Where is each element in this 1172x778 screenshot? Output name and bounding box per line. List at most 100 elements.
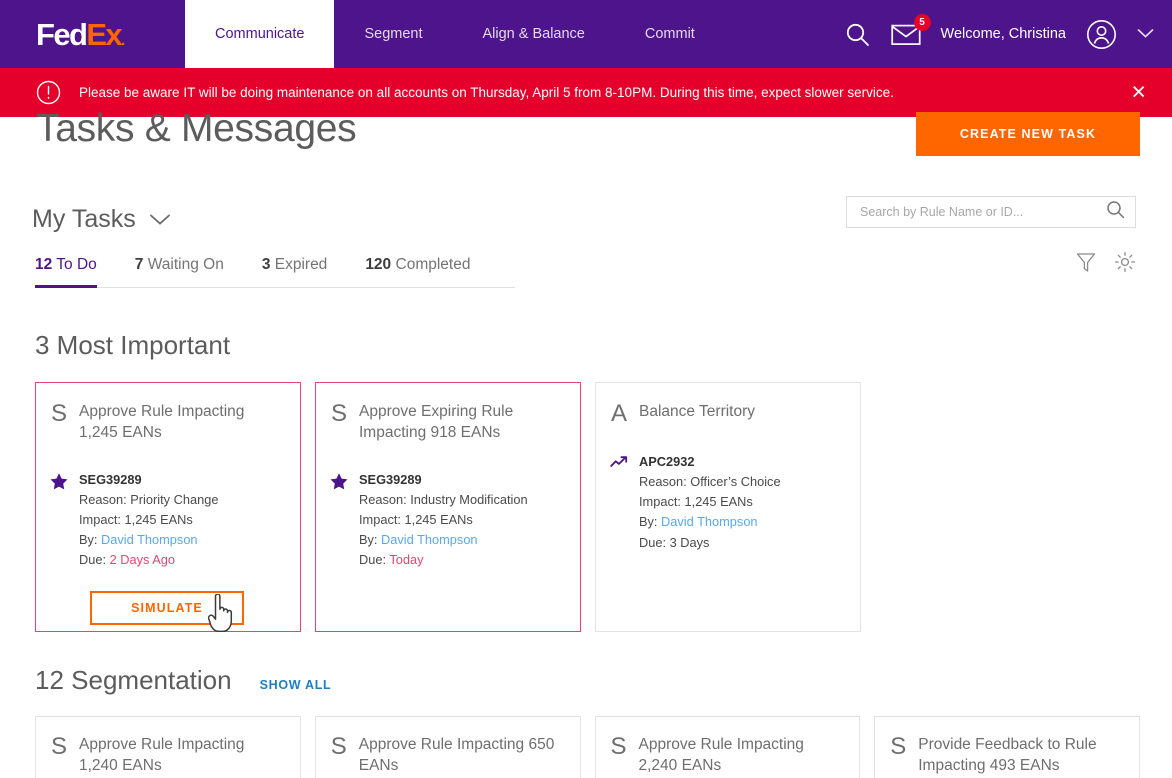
- alert-message-text: Please be aware IT will be doing mainten…: [79, 85, 894, 100]
- user-avatar-icon[interactable]: [1086, 19, 1117, 50]
- due-label: Due:: [79, 552, 110, 568]
- due-value: 2 Days Ago: [109, 552, 176, 568]
- create-new-task-button[interactable]: CREATE NEW TASK: [916, 112, 1140, 156]
- task-card-meta: SEG39289 Reason: Industry Modification I…: [359, 470, 528, 570]
- page-title: Tasks & Messages: [36, 107, 357, 150]
- reason-label: Reason:: [79, 491, 131, 507]
- task-card-header: S Provide Feedback to Rule Impacting 493…: [889, 734, 1125, 777]
- task-type-letter: S: [890, 733, 907, 760]
- nav-item-communicate[interactable]: Communicate: [185, 0, 335, 68]
- search-icon[interactable]: [1106, 200, 1125, 224]
- task-type-letter: S: [330, 733, 347, 760]
- tab-waiting-on-count: 7: [134, 256, 144, 273]
- task-card-title: Approve Rule Impacting 650 EANs: [358, 736, 555, 775]
- task-card-body: SEG39289 Reason: Priority Change Impact:…: [50, 470, 284, 570]
- nav-item-commit[interactable]: Commit: [615, 0, 725, 68]
- most-important-title: 3 Most Important: [35, 330, 231, 360]
- reason-label: Reason:: [639, 474, 691, 490]
- impact-value: 1,245 EANs: [684, 494, 753, 510]
- due-value: Today: [389, 552, 424, 568]
- messages-badge-count: 5: [913, 13, 931, 31]
- by-label: By:: [639, 514, 662, 530]
- task-card[interactable]: A Balance Territory APC2932 Reason: Offi…: [595, 382, 861, 632]
- trending-up-icon: [610, 452, 628, 552]
- show-all-link[interactable]: SHOW ALL: [260, 678, 332, 692]
- my-tasks-dropdown[interactable]: My Tasks: [32, 205, 171, 234]
- task-card-title: Approve Expiring Rule Impacting 918 EANs: [359, 403, 514, 442]
- task-id: SEG39289: [79, 471, 142, 487]
- nav-right-controls: 5 Welcome, Christina: [844, 0, 1172, 68]
- task-card[interactable]: S Approve Rule Impacting 1,245 EANs SEG3…: [35, 382, 301, 633]
- reason-value: Officer’s Choice: [690, 474, 781, 490]
- task-card-header: S Approve Rule Impacting 1,245 EANs: [50, 401, 284, 444]
- task-card-title: Approve Rule Impacting 1,245 EANs: [79, 403, 245, 442]
- segmentation-section-header: 12 Segmentation SHOW ALL: [35, 665, 1140, 696]
- task-card[interactable]: S Approve Expiring Rule Impacting 918 EA…: [315, 382, 581, 632]
- impact-label: Impact:: [359, 511, 405, 527]
- assignee-link[interactable]: David Thompson: [381, 532, 478, 547]
- nav-item-align-balance[interactable]: Align & Balance: [453, 0, 615, 68]
- task-id: APC2932: [639, 454, 695, 470]
- task-card-header: S Approve Expiring Rule Impacting 918 EA…: [330, 401, 564, 444]
- due-label: Due:: [359, 552, 390, 568]
- tab-expired-label: Expired: [274, 256, 328, 273]
- top-navigation-bar: FedEx. Communicate Segment Align & Balan…: [0, 0, 1172, 68]
- tab-to-do-count: 12: [35, 256, 53, 273]
- assignee-link[interactable]: David Thompson: [101, 532, 198, 547]
- reason-label: Reason:: [359, 491, 411, 507]
- task-card-header: S Approve Rule Impacting 1,240 EANs: [50, 734, 286, 777]
- logo-dot: .: [121, 31, 126, 49]
- tab-expired[interactable]: 3 Expired: [262, 256, 328, 288]
- search-input[interactable]: [860, 205, 1106, 219]
- task-card-body: APC2932 Reason: Officer’s Choice Impact:…: [610, 452, 844, 552]
- task-type-letter: S: [330, 400, 347, 427]
- close-icon[interactable]: ×: [1123, 80, 1154, 105]
- task-card[interactable]: S Approve Rule Impacting 650 EANs: [314, 716, 581, 778]
- tabs-action-icons: [1076, 251, 1136, 278]
- task-card-title: Balance Territory: [639, 403, 756, 420]
- logo-ex-text: Ex: [86, 16, 122, 52]
- messages-button[interactable]: 5: [890, 13, 931, 46]
- my-tasks-label: My Tasks: [32, 204, 136, 233]
- task-type-letter: A: [610, 400, 627, 427]
- main-content: Tasks & Messages CREATE NEW TASK My Task…: [0, 107, 1172, 778]
- star-icon: [50, 470, 68, 570]
- segmentation-title: 12 Segmentation: [35, 665, 232, 695]
- page-title-row: Tasks & Messages CREATE NEW TASK: [32, 107, 1140, 179]
- tab-completed[interactable]: 120 Completed: [365, 256, 470, 288]
- filter-funnel-icon[interactable]: [1076, 252, 1096, 278]
- impact-value: 1,245 EANs: [404, 511, 473, 527]
- task-card[interactable]: S Provide Feedback to Rule Impacting 493…: [874, 716, 1140, 778]
- task-type-letter: S: [50, 733, 67, 760]
- search-icon[interactable]: [844, 21, 871, 48]
- gear-icon[interactable]: [1114, 251, 1136, 278]
- tab-to-do[interactable]: 12 To Do: [35, 256, 97, 288]
- task-card-meta: SEG39289 Reason: Priority Change Impact:…: [79, 470, 218, 570]
- task-card-header: A Balance Territory: [610, 401, 844, 426]
- tab-completed-count: 120: [365, 256, 392, 273]
- task-card-title: Approve Rule Impacting 2,240 EANs: [638, 736, 804, 775]
- task-card-header: S Approve Rule Impacting 650 EANs: [330, 734, 566, 777]
- account-chevron-down-icon[interactable]: [1137, 27, 1154, 42]
- assignee-link[interactable]: David Thompson: [661, 514, 758, 529]
- reason-value: Industry Modification: [410, 491, 528, 507]
- task-id: SEG39289: [359, 471, 422, 487]
- task-card[interactable]: S Approve Rule Impacting 2,240 EANs: [594, 716, 861, 778]
- task-card-meta: APC2932 Reason: Officer’s Choice Impact:…: [639, 452, 781, 552]
- task-card[interactable]: S Approve Rule Impacting 1,240 EANs: [35, 716, 301, 778]
- task-card-body: SEG39289 Reason: Industry Modification I…: [330, 470, 564, 570]
- due-value: 3 Days: [669, 534, 710, 550]
- tab-to-do-label: To Do: [56, 256, 97, 273]
- star-icon: [330, 470, 348, 570]
- task-type-letter: S: [610, 733, 627, 760]
- chevron-down-icon: [149, 211, 171, 231]
- by-label: By:: [359, 531, 382, 547]
- search-input-wrapper[interactable]: [846, 196, 1136, 228]
- nav-item-segment[interactable]: Segment: [334, 0, 452, 68]
- fedex-logo[interactable]: FedEx.: [0, 0, 185, 68]
- tab-waiting-on[interactable]: 7 Waiting On: [135, 256, 224, 288]
- task-type-letter: S: [50, 400, 67, 427]
- due-label: Due:: [639, 534, 670, 550]
- simulate-button[interactable]: SIMULATE: [90, 591, 244, 626]
- primary-nav-items: Communicate Segment Align & Balance Comm…: [185, 0, 725, 68]
